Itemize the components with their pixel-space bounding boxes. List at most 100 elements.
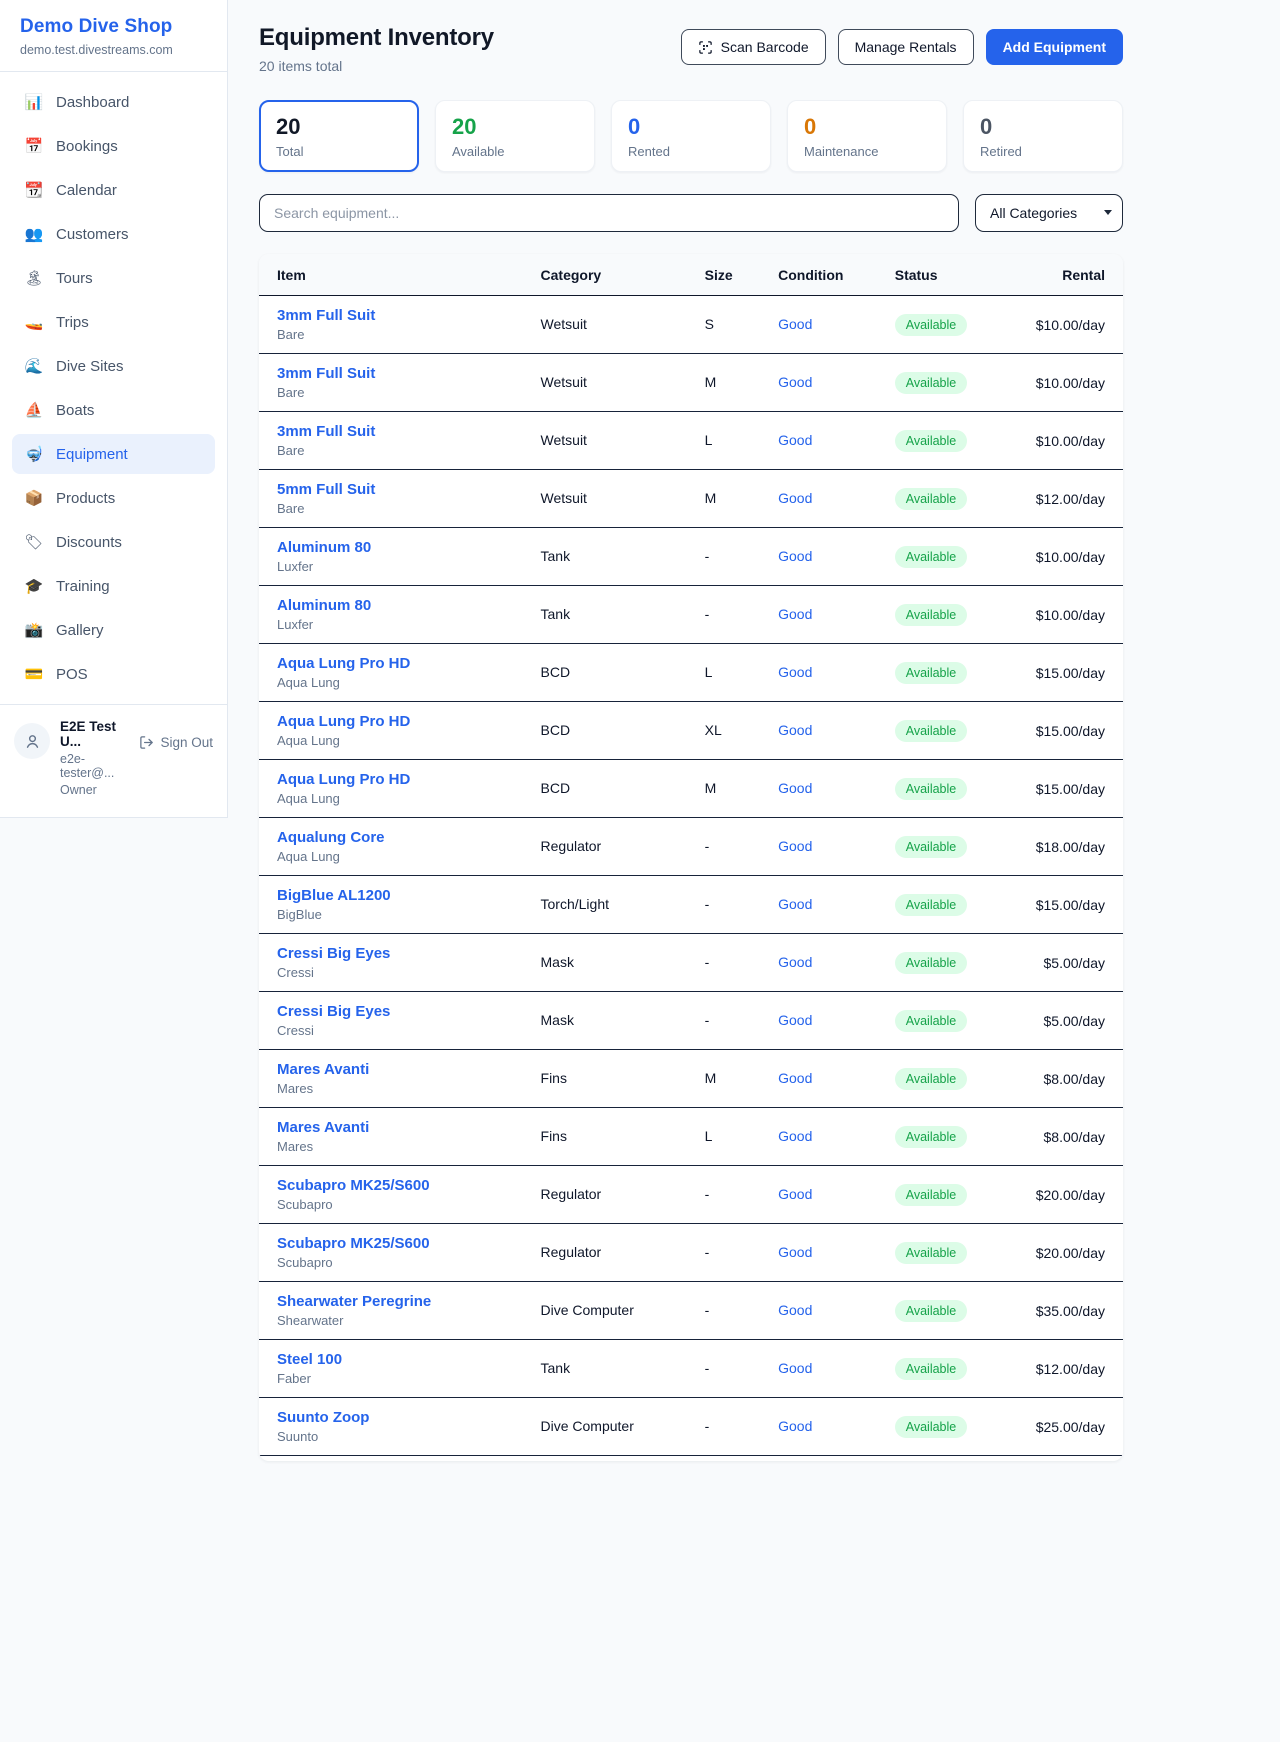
item-condition[interactable]: Good (778, 722, 812, 738)
item-link[interactable]: Scubapro MK25/S600 (277, 1177, 505, 1194)
item-brand: Luxfer (277, 617, 505, 632)
stat-label: Available (452, 144, 578, 159)
item-link[interactable]: Aqua Lung Pro HD (277, 655, 505, 672)
item-condition[interactable]: Good (778, 548, 812, 564)
status-badge: Available (895, 1416, 968, 1438)
stat-label: Total (276, 144, 402, 159)
add-equipment-button[interactable]: Add Equipment (986, 29, 1123, 65)
manage-rentals-button[interactable]: Manage Rentals (838, 29, 974, 65)
sidebar-item-training[interactable]: 🎓 Training (12, 566, 215, 606)
status-badge: Available (895, 430, 968, 452)
item-condition[interactable]: Good (778, 896, 812, 912)
item-condition[interactable]: Good (778, 374, 812, 390)
item-condition[interactable]: Good (778, 664, 812, 680)
item-link[interactable]: Shearwater Peregrine (277, 1293, 505, 1310)
stat-label: Maintenance (804, 144, 930, 159)
item-condition[interactable]: Good (778, 1418, 812, 1434)
item-link[interactable]: Steel 100 (277, 1351, 505, 1368)
item-rental: $12.00/day (1002, 470, 1123, 528)
item-category: Tank (541, 606, 571, 622)
item-link[interactable]: Scubapro MK25/S600 (277, 1235, 505, 1252)
item-condition[interactable]: Good (778, 606, 812, 622)
sidebar-item-label: Customers (56, 226, 129, 243)
item-condition[interactable]: Good (778, 1186, 812, 1202)
item-category: Tank (541, 1360, 571, 1376)
item-category: Dive Computer (541, 1302, 634, 1318)
sidebar-item-boats[interactable]: ⛵ Boats (12, 390, 215, 430)
item-link[interactable]: Aluminum 80 (277, 539, 505, 556)
item-condition[interactable]: Good (778, 780, 812, 796)
sign-out-button[interactable]: Sign Out (139, 735, 213, 750)
training-icon: 🎓 (24, 579, 44, 594)
pos-icon: 💳 (24, 667, 44, 682)
status-badge: Available (895, 720, 968, 742)
item-brand: Aqua Lung (277, 791, 505, 806)
shop-title: Demo Dive Shop (20, 16, 207, 38)
customers-icon: 👥 (24, 227, 44, 242)
item-condition[interactable]: Good (778, 1360, 812, 1376)
item-condition[interactable]: Good (778, 1244, 812, 1260)
item-condition[interactable]: Good (778, 1070, 812, 1086)
stat-card-rented[interactable]: 0 Rented (611, 100, 771, 172)
table-row: Aqua Lung Pro HD Aqua Lung BCD L Good Av… (259, 644, 1123, 702)
item-size: - (705, 1186, 710, 1202)
item-condition[interactable]: Good (778, 316, 812, 332)
item-size: - (705, 1302, 710, 1318)
column-header-condition: Condition (760, 254, 877, 296)
status-badge: Available (895, 1010, 968, 1032)
sidebar-item-trips[interactable]: 🚤 Trips (12, 302, 215, 342)
sidebar-item-customers[interactable]: 👥 Customers (12, 214, 215, 254)
sidebar-item-label: Tours (56, 270, 93, 287)
stat-card-available[interactable]: 20 Available (435, 100, 595, 172)
item-link[interactable]: Aqua Lung Pro HD (277, 713, 505, 730)
stat-card-maintenance[interactable]: 0 Maintenance (787, 100, 947, 172)
table-row: Suunto Zoop Suunto Dive Computer - Good … (259, 1398, 1123, 1456)
user-meta: E2E Test U... e2e-tester@... Owner (60, 719, 129, 797)
sidebar-item-dive-sites[interactable]: 🌊 Dive Sites (12, 346, 215, 386)
sidebar-item-dashboard[interactable]: 📊 Dashboard (12, 82, 215, 122)
item-link[interactable]: 3mm Full Suit (277, 307, 505, 324)
item-link[interactable]: 5mm Full Suit (277, 481, 505, 498)
item-size: L (705, 432, 713, 448)
dive-sites-icon: 🌊 (24, 359, 44, 374)
item-size: XL (705, 722, 722, 738)
item-condition[interactable]: Good (778, 432, 812, 448)
item-link[interactable]: Aqua Lung Pro HD (277, 771, 505, 788)
item-condition[interactable]: Good (778, 1302, 812, 1318)
item-condition[interactable]: Good (778, 954, 812, 970)
sidebar-item-label: Products (56, 490, 115, 507)
item-link[interactable]: BigBlue AL1200 (277, 887, 505, 904)
category-select[interactable]: All Categories (975, 194, 1123, 232)
sidebar-item-bookings[interactable]: 📅 Bookings (12, 126, 215, 166)
sidebar-item-products[interactable]: 📦 Products (12, 478, 215, 518)
search-input[interactable] (259, 194, 959, 232)
item-link[interactable]: Mares Avanti (277, 1119, 505, 1136)
sidebar-item-equipment[interactable]: 🤿 Equipment (12, 434, 215, 474)
scan-barcode-button[interactable]: Scan Barcode (681, 29, 826, 65)
stat-card-retired[interactable]: 0 Retired (963, 100, 1123, 172)
stat-card-total[interactable]: 20 Total (259, 100, 419, 172)
item-category: BCD (541, 664, 571, 680)
item-condition[interactable]: Good (778, 1012, 812, 1028)
item-link[interactable]: 3mm Full Suit (277, 365, 505, 382)
sidebar-item-calendar[interactable]: 📆 Calendar (12, 170, 215, 210)
item-condition[interactable]: Good (778, 838, 812, 854)
item-link[interactable]: Aluminum 80 (277, 597, 505, 614)
item-brand: Suunto (277, 1429, 505, 1444)
status-badge: Available (895, 1358, 968, 1380)
item-condition[interactable]: Good (778, 1128, 812, 1144)
item-rental: $15.00/day (1002, 702, 1123, 760)
item-link[interactable]: Mares Avanti (277, 1061, 505, 1078)
column-header-category: Category (523, 254, 687, 296)
item-link[interactable]: 3mm Full Suit (277, 423, 505, 440)
user-name: E2E Test U... (60, 719, 129, 749)
sidebar-item-discounts[interactable]: 🏷 Discounts (12, 522, 215, 562)
sidebar-item-pos[interactable]: 💳 POS (12, 654, 215, 694)
item-link[interactable]: Suunto Zoop (277, 1409, 505, 1426)
item-link[interactable]: Cressi Big Eyes (277, 945, 505, 962)
item-link[interactable]: Aqualung Core (277, 829, 505, 846)
item-condition[interactable]: Good (778, 490, 812, 506)
item-link[interactable]: Cressi Big Eyes (277, 1003, 505, 1020)
sidebar-item-tours[interactable]: 🏝 Tours (12, 258, 215, 298)
sidebar-item-gallery[interactable]: 📸 Gallery (12, 610, 215, 650)
